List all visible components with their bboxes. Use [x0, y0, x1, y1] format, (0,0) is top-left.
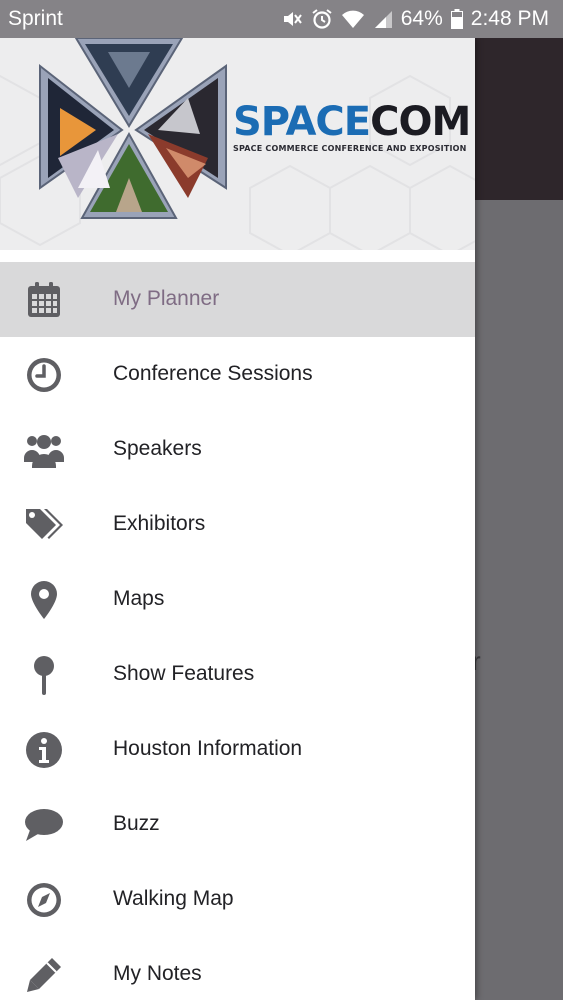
menu-item-buzz[interactable]: Buzz [0, 787, 475, 862]
menu-item-label: Speakers [113, 437, 202, 460]
menu-item-exhibitors[interactable]: Exhibitors [0, 487, 475, 562]
brand-title: SPACECOM [233, 99, 471, 145]
header-divider [0, 250, 475, 262]
calendar-icon [24, 280, 64, 320]
drawer-header: SPACECOM SPACE COMMERCE CONFERENCE AND E… [0, 38, 475, 250]
compass-icon [24, 880, 64, 920]
status-icons: 64% 2:48 PM [281, 7, 549, 31]
spacecom-brand: SPACECOM SPACE COMMERCE CONFERENCE AND E… [233, 99, 471, 153]
screen: r Sprint 64% 2:48 PM SPACECOM SPACE COMM… [0, 0, 563, 1000]
map-marker-icon [24, 580, 64, 620]
navigation-drawer: SPACECOM SPACE COMMERCE CONFERENCE AND E… [0, 38, 475, 1000]
menu-item-my-planner[interactable]: My Planner [0, 262, 475, 337]
carrier-name: Sprint [8, 7, 63, 30]
wifi-icon [341, 9, 365, 29]
menu-item-label: My Planner [113, 287, 220, 310]
menu-item-maps[interactable]: Maps [0, 562, 475, 637]
menu-item-label: Buzz [113, 812, 160, 835]
clock-time: 2:48 PM [470, 7, 549, 30]
menu-item-label: Conference Sessions [113, 362, 313, 385]
menu-item-conference-sessions[interactable]: Conference Sessions [0, 337, 475, 412]
menu-item-label: My Notes [113, 962, 202, 985]
battery-icon [450, 9, 463, 29]
alarm-icon [311, 8, 333, 30]
pushpin-icon [24, 655, 64, 695]
clock-icon [24, 355, 64, 395]
menu-item-label: Houston Information [113, 737, 303, 760]
battery-percent: 64% [400, 7, 443, 30]
menu-item-walking-map[interactable]: Walking Map [0, 862, 475, 937]
tags-icon [24, 505, 64, 545]
menu-item-show-features[interactable]: Show Features [0, 637, 475, 712]
info-icon [24, 730, 64, 770]
mute-icon [281, 8, 303, 30]
spacecom-logo-mark [39, 38, 227, 219]
brand-title-com: COM [370, 99, 471, 145]
brand-tagline: SPACE COMMERCE CONFERENCE AND EXPOSITION [233, 144, 467, 153]
menu-item-label: Exhibitors [113, 512, 206, 535]
menu-item-label: Walking Map [113, 887, 234, 910]
menu-item-my-notes[interactable]: My Notes [0, 937, 475, 1000]
menu-item-houston-information[interactable]: Houston Information [0, 712, 475, 787]
menu-item-label: Maps [113, 587, 165, 610]
chat-bubble-icon [24, 805, 64, 845]
menu-item-label: Show Features [113, 662, 255, 685]
people-icon [24, 430, 64, 470]
drawer-menu: My Planner Conference Sessions Speakers … [0, 262, 475, 1000]
signal-icon [373, 9, 393, 29]
status-bar: Sprint 64% 2:48 PM [0, 0, 563, 38]
menu-item-speakers[interactable]: Speakers [0, 412, 475, 487]
pencil-icon [24, 955, 64, 995]
brand-title-space: SPACE [233, 99, 371, 145]
